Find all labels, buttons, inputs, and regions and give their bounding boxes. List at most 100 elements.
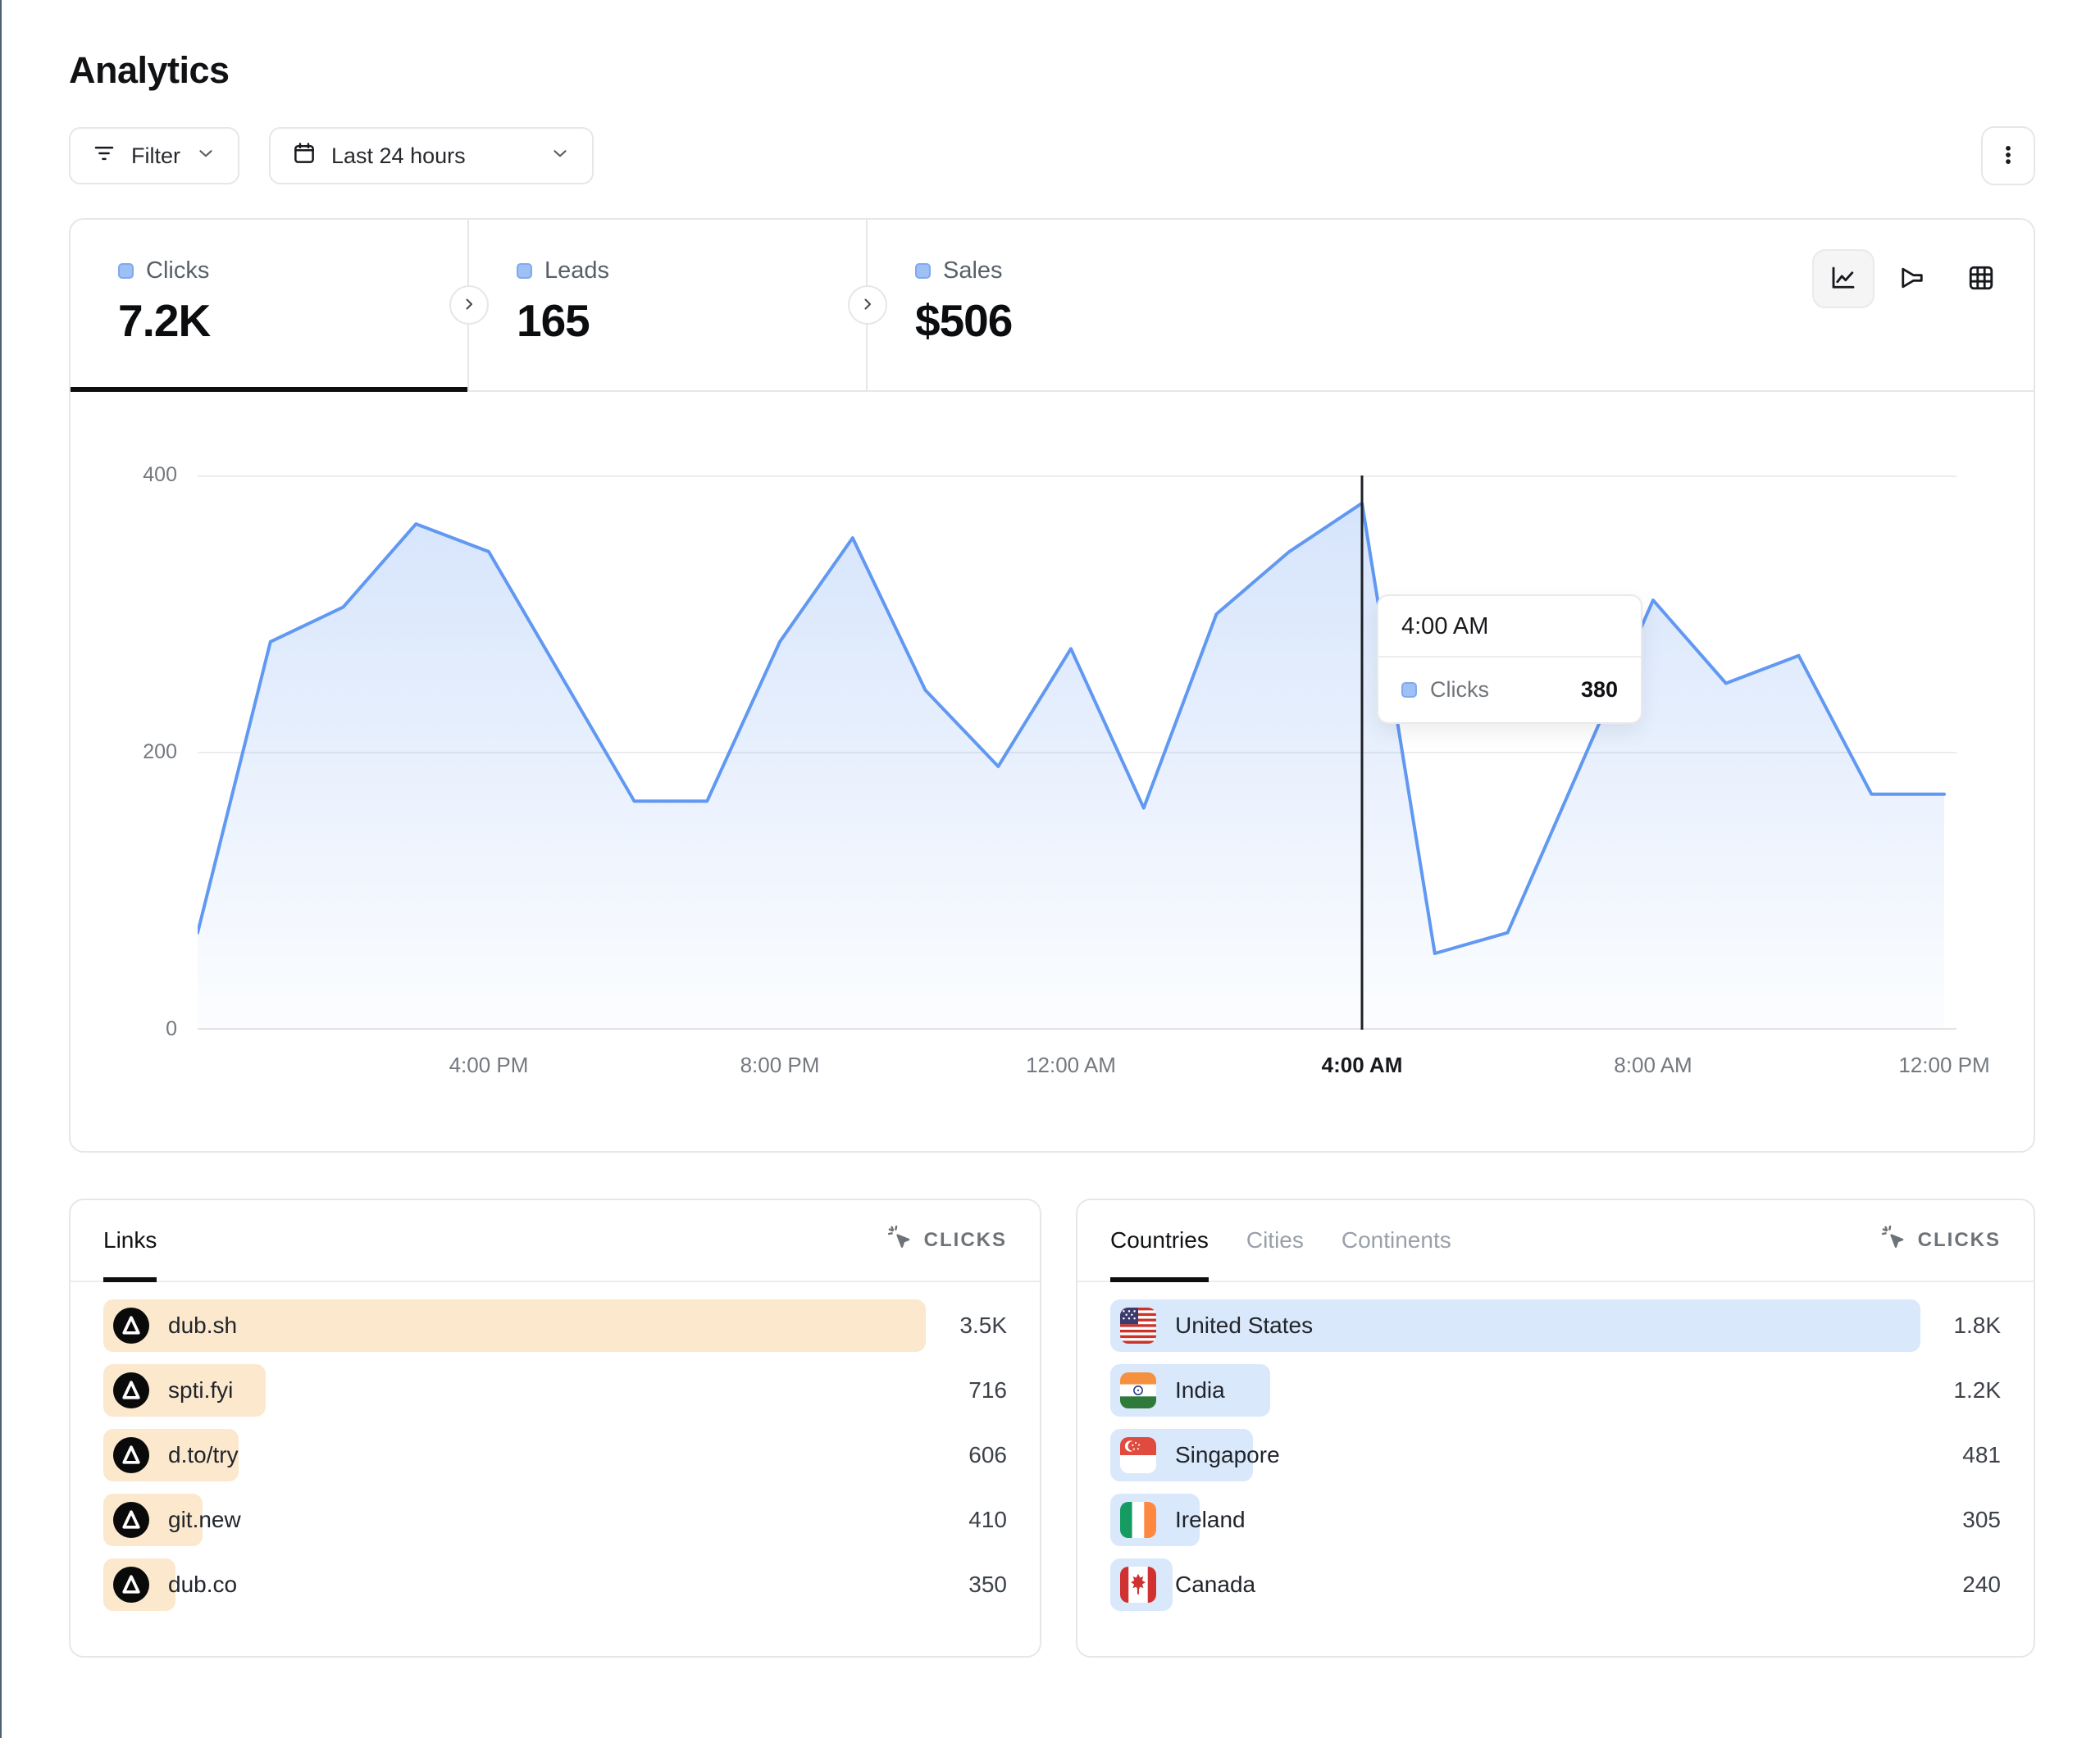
tab-leads[interactable]: Leads 165 (469, 220, 868, 390)
geo-metric-label: CLICKS (1918, 1229, 2001, 1252)
leads-legend-swatch (517, 263, 532, 279)
x-axis-tick-label: 4:00 PM (449, 1053, 529, 1078)
chart-type-switcher (1812, 249, 2012, 308)
country-row-ireland[interactable]: Ireland 305 (1110, 1494, 2001, 1546)
stat-value: 7.2K (118, 294, 467, 347)
links-panel-header: Links CLICKS (71, 1200, 1040, 1282)
stat-label: Sales (943, 257, 1003, 284)
chevron-right-icon (459, 294, 479, 316)
x-axis-tick-label: 12:00 AM (1026, 1053, 1116, 1078)
cursor-click-icon (1881, 1225, 1907, 1257)
links-metric-selector[interactable]: CLICKS (887, 1225, 1007, 1257)
country-name: United States (1175, 1313, 1313, 1339)
link-name: dub.co (168, 1572, 237, 1598)
stat-value: 165 (517, 294, 866, 347)
tooltip-time: 4:00 AM (1378, 596, 1641, 656)
clicks-count: 350 (968, 1572, 1007, 1598)
country-row-canada[interactable]: Canada 240 (1110, 1558, 2001, 1611)
clicks-count: 240 (1962, 1572, 2001, 1598)
geo-panel-header: Countries Cities Continents (1077, 1200, 2034, 1282)
tab-links-label: Links (103, 1227, 157, 1253)
stat-value: $506 (915, 294, 1266, 347)
geo-metric-selector[interactable]: CLICKS (1881, 1225, 2001, 1257)
tooltip-series-label: Clicks (1430, 677, 1489, 703)
filter-icon (92, 141, 116, 171)
link-row-dub-sh[interactable]: dub.sh3.5K (103, 1299, 1007, 1352)
clicks-count: 716 (968, 1377, 1007, 1404)
link-name: spti.fyi (168, 1377, 233, 1404)
us-flag-icon (1120, 1308, 1156, 1344)
tab-continents-label: Continents (1342, 1227, 1451, 1253)
more-options-button[interactable] (1981, 126, 2035, 185)
country-row-singapore[interactable]: Singapore 481 (1110, 1429, 2001, 1481)
x-axis-tick-label: 8:00 PM (740, 1053, 820, 1078)
clicks-legend-swatch (1401, 682, 1417, 698)
ie-flag-icon (1120, 1502, 1156, 1538)
line-chart-view-button[interactable] (1812, 249, 1875, 308)
geo-panel: Countries Cities Continents (1076, 1199, 2035, 1658)
link-name: d.to/try (168, 1442, 239, 1468)
kebab-menu-icon (1996, 143, 2020, 170)
sg-flag-icon (1120, 1437, 1156, 1473)
date-range-button[interactable]: Last 24 hours (269, 127, 594, 184)
country-name: Ireland (1175, 1507, 1246, 1533)
expand-leads-button[interactable] (848, 285, 887, 325)
tab-links[interactable]: Links (103, 1200, 157, 1281)
in-flag-icon (1120, 1372, 1156, 1408)
country-name: Singapore (1175, 1442, 1280, 1468)
filter-button[interactable]: Filter (69, 127, 239, 184)
clicks-timeseries-chart[interactable]: 4002000 4:00 PM8:00 PM12:00 AM4:00 AM8:0… (71, 392, 2034, 1151)
tab-cities-label: Cities (1246, 1227, 1304, 1253)
table-view-button[interactable] (1950, 249, 2012, 308)
chart-tooltip: 4:00 AM Clicks 380 (1377, 594, 1642, 724)
analytics-page: Analytics Filter (0, 0, 2100, 1738)
stats-row: Clicks 7.2K Leads 165 Sales (71, 220, 2034, 392)
clicks-count: 410 (968, 1507, 1007, 1533)
grid-table-icon (1966, 263, 1996, 295)
chart-plot-area[interactable] (198, 475, 1957, 1030)
clicks-count: 305 (1962, 1507, 2001, 1533)
country-row-united-states[interactable]: United States1.8K (1110, 1299, 2001, 1352)
link-row-git-new[interactable]: git.new 410 (103, 1494, 1007, 1546)
dub-logo-icon (113, 1437, 149, 1473)
clicks-count: 1.2K (1953, 1377, 2001, 1404)
tooltip-value: 380 (1581, 677, 1618, 703)
dub-logo-icon (113, 1308, 149, 1344)
funnel-view-button[interactable] (1881, 249, 1943, 308)
links-list: dub.sh3.5K spti.fyi 716 d.to/try 606 git.new 4… (71, 1282, 1040, 1611)
page-title: Analytics (69, 0, 2035, 92)
line-chart-icon (1829, 263, 1858, 295)
country-row-india[interactable]: India 1.2K (1110, 1364, 2001, 1417)
tab-countries[interactable]: Countries (1110, 1200, 1209, 1281)
cursor-click-icon (887, 1225, 913, 1257)
chevron-right-icon (858, 294, 877, 316)
x-axis-tick-label: 4:00 AM (1322, 1053, 1403, 1078)
x-axis-tick-label: 12:00 PM (1898, 1053, 1989, 1078)
tab-cities[interactable]: Cities (1246, 1200, 1304, 1281)
dub-logo-icon (113, 1567, 149, 1603)
clicks-count: 481 (1962, 1442, 2001, 1468)
link-name: git.new (168, 1507, 241, 1533)
country-name: Canada (1175, 1572, 1255, 1598)
analytics-card: Clicks 7.2K Leads 165 Sales (69, 218, 2035, 1153)
expand-clicks-button[interactable] (449, 285, 489, 325)
link-row-spti-fyi[interactable]: spti.fyi 716 (103, 1364, 1007, 1417)
link-row-dub-co[interactable]: dub.co 350 (103, 1558, 1007, 1611)
country-name: India (1175, 1377, 1225, 1404)
filter-button-label: Filter (131, 143, 180, 169)
stat-label: Leads (544, 257, 609, 284)
tab-countries-label: Countries (1110, 1227, 1209, 1253)
link-row-d-to-try[interactable]: d.to/try 606 (103, 1429, 1007, 1481)
tab-clicks[interactable]: Clicks 7.2K (71, 220, 469, 390)
clicks-count: 606 (968, 1442, 1007, 1468)
tab-sales[interactable]: Sales $506 (868, 220, 1266, 390)
calendar-icon (292, 141, 317, 171)
tab-continents[interactable]: Continents (1342, 1200, 1451, 1281)
link-name: dub.sh (168, 1313, 237, 1339)
dub-logo-icon (113, 1502, 149, 1538)
clicks-legend-swatch (118, 263, 134, 279)
dub-logo-icon (113, 1372, 149, 1408)
x-axis-tick-label: 8:00 AM (1614, 1053, 1692, 1078)
stat-label: Clicks (146, 257, 209, 284)
date-range-label: Last 24 hours (331, 143, 466, 169)
